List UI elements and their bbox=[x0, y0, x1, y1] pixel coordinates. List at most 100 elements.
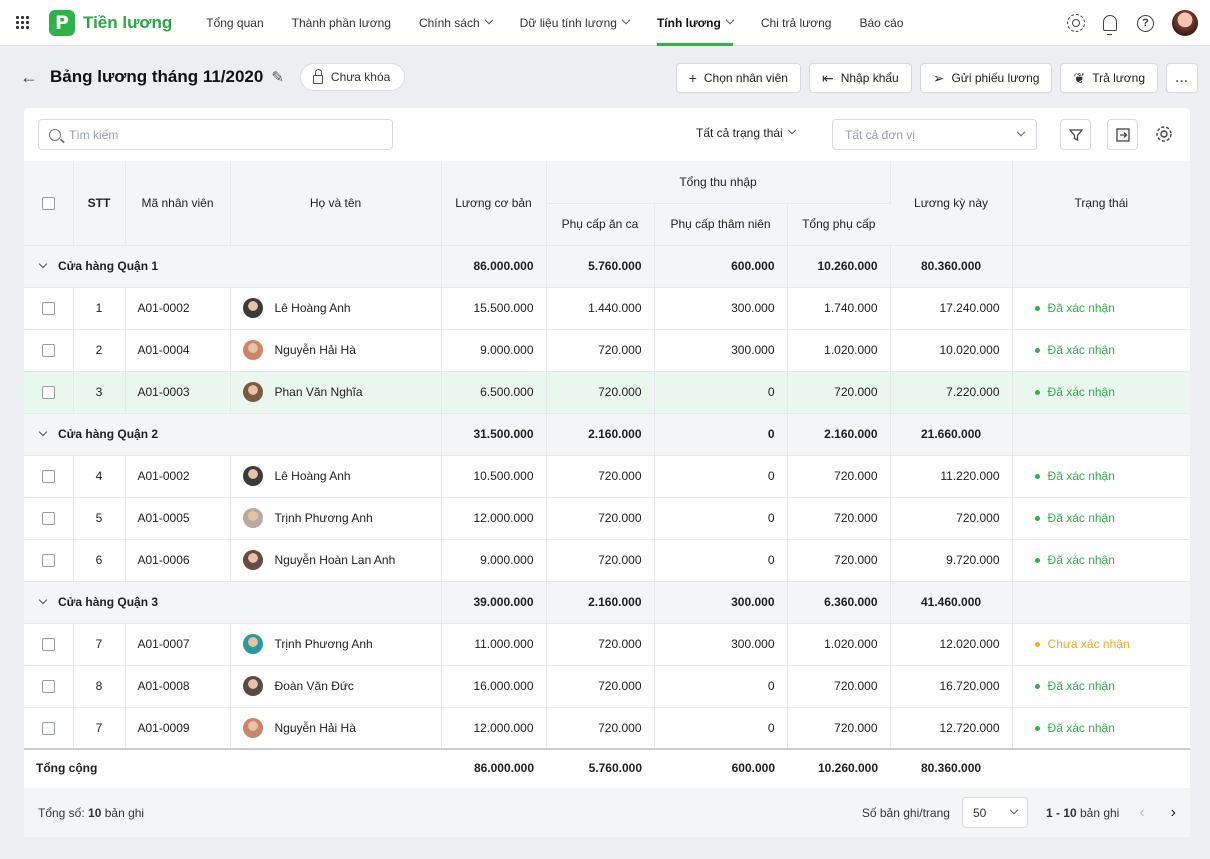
column-settings-icon[interactable] bbox=[1154, 124, 1174, 144]
row-seniority-allowance: 0 bbox=[654, 455, 788, 498]
next-page-icon[interactable]: › bbox=[1171, 804, 1176, 822]
chevron-down-icon[interactable] bbox=[38, 259, 48, 269]
page-range-value: 1 - 10 bbox=[1045, 805, 1077, 820]
nav-item-5[interactable]: Chi trả lương bbox=[747, 0, 846, 46]
search-box[interactable] bbox=[38, 119, 393, 150]
chevron-down-icon[interactable] bbox=[38, 595, 48, 605]
row-checkbox[interactable] bbox=[41, 512, 55, 526]
row-base-salary: 15.500.000 bbox=[441, 287, 547, 330]
status-filter-label: Tất cả trạng thái bbox=[696, 126, 783, 140]
row-select-cell[interactable] bbox=[24, 539, 74, 582]
status-filter-dropdown[interactable]: Tất cả trạng thái bbox=[696, 125, 796, 140]
row-employee-name-cell: Trịnh Phương Anh bbox=[230, 623, 442, 666]
col-seniority-allowance: Phụ cấp thâm niên bbox=[654, 203, 788, 246]
row-period-salary: 9.720.000 bbox=[890, 539, 1013, 582]
more-actions-button[interactable]: ... bbox=[1166, 63, 1198, 93]
row-employee-code: A01-0006 bbox=[125, 539, 231, 582]
group-row[interactable]: Cửa hàng Quận 2 31.500.000 2.160.000 0 2.160… bbox=[24, 413, 1191, 456]
table-row[interactable]: 7 A01-0007 Trịnh Phương Anh 11.000.000 720.0… bbox=[24, 623, 1191, 666]
table-row[interactable]: 6 A01-0006 Nguyễn Hoàn Lan Anh 9.000.000 720… bbox=[24, 539, 1191, 582]
nav-item-4[interactable]: Tính lương bbox=[643, 0, 747, 46]
select-all-checkbox[interactable] bbox=[41, 196, 55, 210]
nav-item-6[interactable]: Báo cáo bbox=[845, 0, 917, 46]
group-row[interactable]: Cửa hàng Quận 1 86.000.000 5.760.000 600.00… bbox=[24, 245, 1191, 288]
edit-pencil-icon[interactable]: ✎ bbox=[271, 68, 284, 86]
row-base-salary: 9.000.000 bbox=[441, 329, 547, 372]
plus-icon: + bbox=[688, 70, 697, 86]
status-dot-icon bbox=[1034, 348, 1040, 354]
export-button[interactable] bbox=[1107, 119, 1138, 150]
row-checkbox[interactable] bbox=[41, 302, 55, 316]
pay-salary-button[interactable]: ❦ Trả lương bbox=[1060, 63, 1158, 93]
row-checkbox[interactable] bbox=[41, 638, 55, 652]
user-avatar[interactable] bbox=[1172, 10, 1198, 36]
row-select-cell[interactable] bbox=[24, 497, 74, 540]
row-checkbox[interactable] bbox=[41, 721, 55, 735]
group-label-cell[interactable]: Cửa hàng Quận 2 bbox=[24, 413, 442, 456]
row-checkbox[interactable] bbox=[41, 344, 55, 358]
row-meal-allowance: 1.440.000 bbox=[546, 287, 655, 330]
table-row[interactable]: 5 A01-0005 Trịnh Phương Anh 12.000.000 720.0… bbox=[24, 497, 1191, 540]
row-seniority-allowance: 0 bbox=[654, 707, 788, 750]
group-period-salary: 41.460.000 bbox=[890, 581, 1013, 624]
table-row[interactable]: 7 A01-0009 Nguyễn Hải Hà 12.000.000 720.000 0… bbox=[24, 707, 1191, 750]
status-badge: Đã xác nhận bbox=[1047, 385, 1115, 399]
lock-status-button[interactable]: Chưa khóa bbox=[299, 63, 406, 91]
row-seniority-allowance: 300.000 bbox=[654, 287, 788, 330]
employee-avatar bbox=[242, 382, 263, 402]
row-employee-code: A01-0002 bbox=[125, 287, 231, 330]
prev-page-icon[interactable]: ‹ bbox=[1139, 804, 1144, 822]
chevron-down-icon bbox=[725, 15, 735, 24]
group-seniority-allowance: 300.000 bbox=[654, 581, 788, 624]
back-arrow-icon[interactable]: ← bbox=[20, 67, 50, 88]
row-period-salary: 12.020.000 bbox=[890, 623, 1013, 666]
row-select-cell[interactable] bbox=[24, 455, 74, 498]
row-seniority-allowance: 0 bbox=[654, 539, 788, 582]
bell-icon[interactable] bbox=[1103, 15, 1117, 35]
status-badge: Đã xác nhận bbox=[1047, 343, 1115, 357]
table-row[interactable]: 2 A01-0004 Nguyễn Hải Hà 9.000.000 720.000 30… bbox=[24, 329, 1191, 372]
table-row[interactable]: 4 A01-0002 Lê Hoàng Anh 10.500.000 720.000 0 7… bbox=[24, 455, 1191, 498]
nav-item-1[interactable]: Thành phần lương bbox=[278, 0, 405, 46]
group-status-cell bbox=[1012, 413, 1191, 456]
row-select-cell[interactable] bbox=[24, 371, 74, 414]
row-employee-name-cell: Nguyễn Hải Hà bbox=[230, 329, 442, 372]
row-checkbox[interactable] bbox=[41, 554, 55, 568]
select-all-cell[interactable] bbox=[24, 161, 74, 246]
row-total-allowance: 720.000 bbox=[787, 455, 891, 498]
row-employee-code: A01-0002 bbox=[125, 455, 231, 498]
unit-select[interactable]: Tất cả đơn vị bbox=[832, 119, 1037, 150]
filter-button[interactable] bbox=[1060, 119, 1091, 150]
table-row[interactable]: 1 A01-0002 Lê Hoàng Anh 15.500.000 1.440.000… bbox=[24, 287, 1191, 330]
send-payslip-button[interactable]: ➢ Gửi phiếu lương bbox=[919, 63, 1053, 93]
chevron-down-icon[interactable] bbox=[38, 427, 48, 437]
search-input[interactable] bbox=[69, 127, 369, 142]
settings-icon[interactable] bbox=[1067, 14, 1085, 32]
row-meal-allowance: 720.000 bbox=[546, 329, 655, 372]
table-row[interactable]: 8 A01-0008 Đoàn Văn Đức 16.000.000 720.000 0 7… bbox=[24, 665, 1191, 708]
per-page-select[interactable]: 50 bbox=[961, 797, 1028, 828]
row-select-cell[interactable] bbox=[24, 623, 74, 666]
help-icon[interactable]: ? bbox=[1137, 14, 1154, 32]
table-row[interactable]: 3 A01-0003 Phan Văn Nghĩa 6.500.000 720.000 0… bbox=[24, 371, 1191, 414]
row-stt: 6 bbox=[73, 539, 126, 582]
row-checkbox[interactable] bbox=[41, 680, 55, 694]
row-seniority-allowance: 0 bbox=[654, 665, 788, 708]
choose-employee-button[interactable]: + Chọn nhân viên bbox=[675, 63, 801, 93]
row-select-cell[interactable] bbox=[24, 287, 74, 330]
row-checkbox[interactable] bbox=[41, 470, 55, 484]
import-button[interactable]: ⇤ Nhập khẩu bbox=[808, 63, 912, 93]
row-select-cell[interactable] bbox=[24, 665, 74, 708]
group-row[interactable]: Cửa hàng Quận 3 39.000.000 2.160.000 300.00… bbox=[24, 581, 1191, 624]
nav-item-3[interactable]: Dữ liệu tính lương bbox=[506, 0, 643, 46]
status-dot-icon bbox=[1034, 474, 1040, 480]
row-checkbox[interactable] bbox=[41, 386, 55, 400]
row-select-cell[interactable] bbox=[24, 707, 74, 750]
nav-item-2[interactable]: Chính sách bbox=[405, 0, 506, 46]
row-stt: 5 bbox=[73, 497, 126, 540]
group-label-cell[interactable]: Cửa hàng Quận 3 bbox=[24, 581, 442, 624]
apps-grid-icon[interactable] bbox=[16, 16, 36, 29]
row-select-cell[interactable] bbox=[24, 329, 74, 372]
nav-item-0[interactable]: Tổng quan bbox=[192, 0, 277, 46]
group-label-cell[interactable]: Cửa hàng Quận 1 bbox=[24, 245, 442, 288]
